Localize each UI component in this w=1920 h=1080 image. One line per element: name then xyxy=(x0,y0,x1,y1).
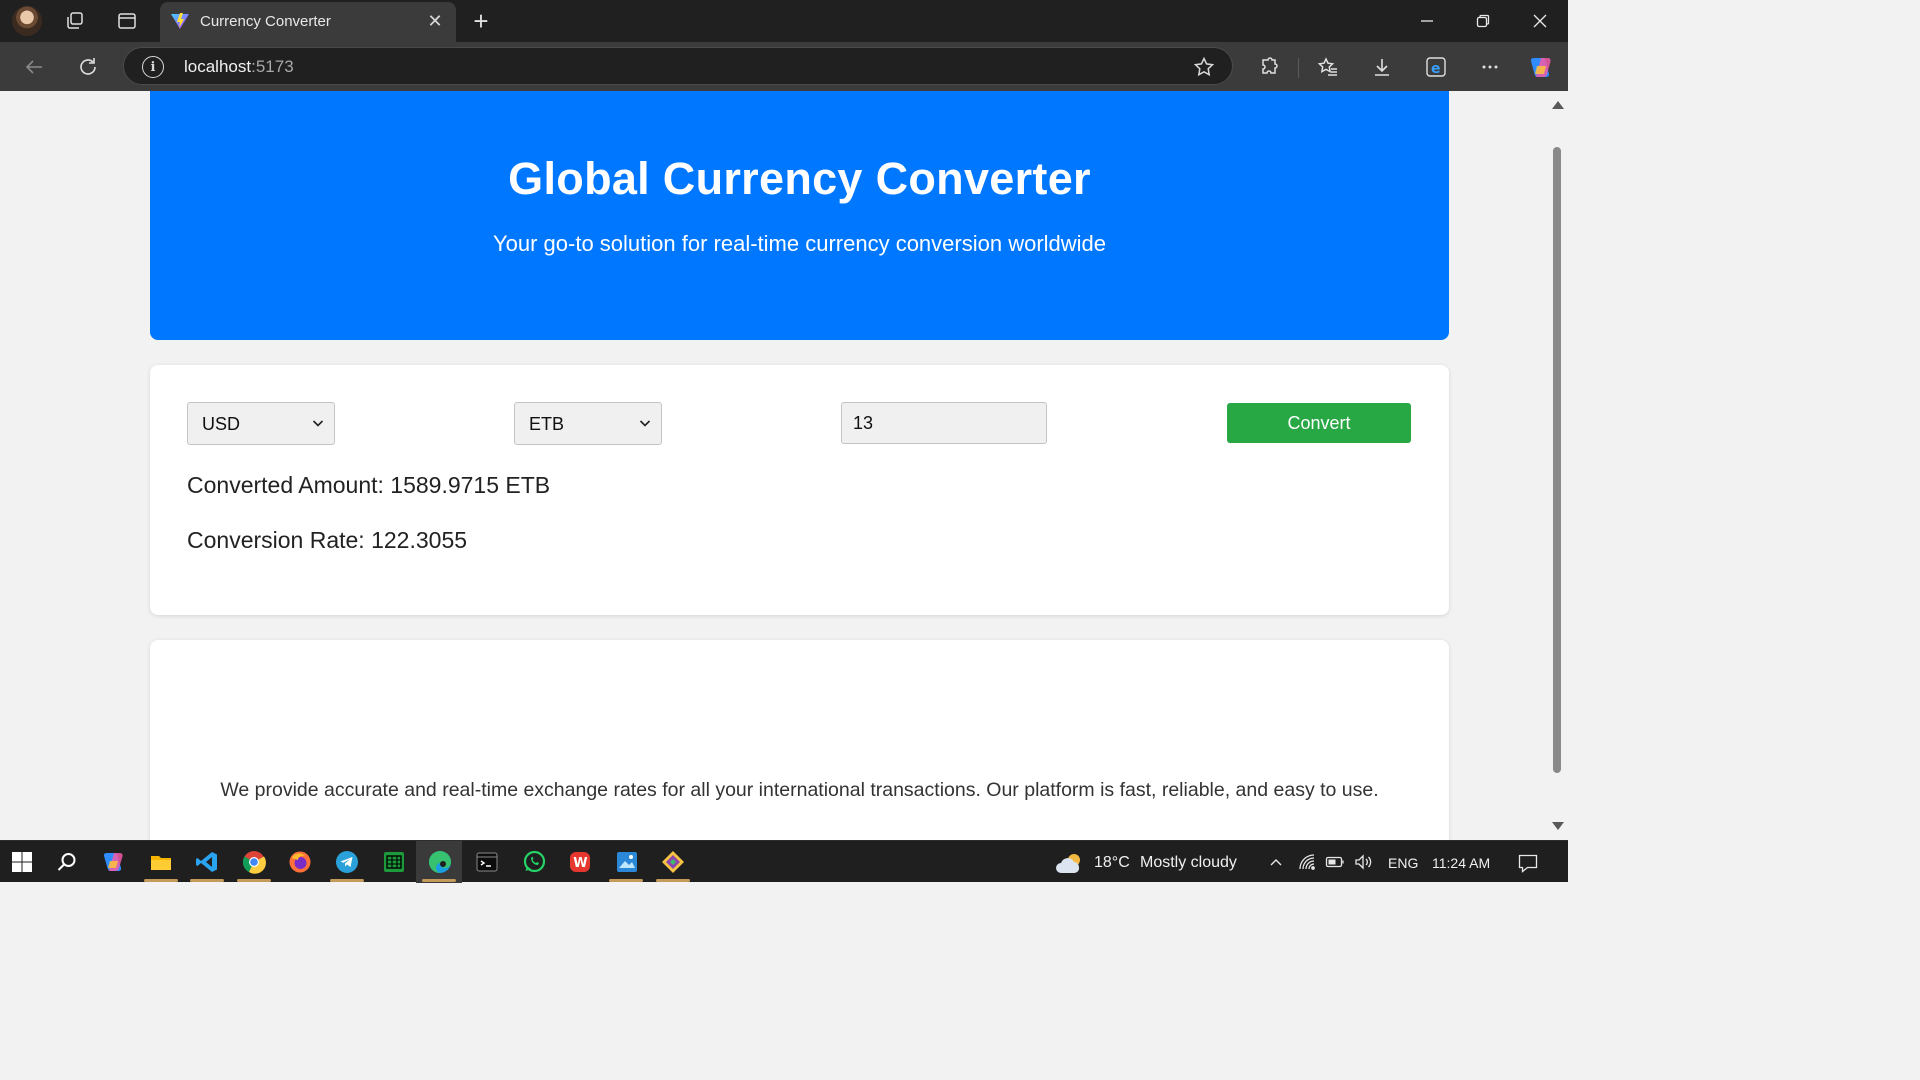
image-editor-icon[interactable] xyxy=(613,848,641,876)
site-info-icon[interactable]: i xyxy=(142,56,164,78)
to-currency-value: ETB xyxy=(529,414,565,434)
app-running-indicator xyxy=(144,879,178,882)
toolbar-divider xyxy=(1298,58,1299,78)
close-tab-icon[interactable]: ✕ xyxy=(424,10,446,32)
more-options-icon[interactable] xyxy=(1475,52,1505,82)
close-window-button[interactable] xyxy=(1512,0,1568,42)
chevron-down-icon xyxy=(639,420,651,427)
new-tab-button[interactable]: + xyxy=(468,6,494,36)
app-running-indicator xyxy=(190,879,224,882)
favorites-icon[interactable] xyxy=(1313,52,1343,82)
language-indicator[interactable]: ENG xyxy=(1388,855,1418,871)
scrollbar-thumb[interactable] xyxy=(1553,147,1561,773)
weather-temperature[interactable]: 18°C xyxy=(1094,854,1130,872)
ie-mode-icon[interactable]: e xyxy=(1421,52,1451,82)
windows-start-icon[interactable] xyxy=(8,848,36,876)
chevron-down-icon xyxy=(312,420,324,427)
spreadsheet-app-icon[interactable] xyxy=(380,848,408,876)
svg-text:e: e xyxy=(1431,61,1441,77)
amount-input[interactable]: 13 xyxy=(841,402,1047,444)
whatsapp-icon[interactable] xyxy=(520,848,548,876)
app-running-indicator xyxy=(422,879,456,882)
converted-amount-text: Converted Amount: 1589.9715 ETB xyxy=(187,472,551,498)
hero-banner: Global Currency Converter Your go-to sol… xyxy=(150,91,1449,340)
svg-text:W: W xyxy=(573,856,587,871)
scroll-up-arrow-icon[interactable] xyxy=(1552,101,1564,109)
tab-actions-icon[interactable] xyxy=(114,8,140,34)
app-running-indicator xyxy=(656,879,690,882)
app-running-indicator xyxy=(609,879,643,882)
search-icon[interactable] xyxy=(53,848,81,876)
profile-avatar[interactable] xyxy=(12,6,42,36)
conversion-rate-text: Conversion Rate: 122.3055 xyxy=(187,527,468,553)
page-viewport: Global Currency Converter Your go-to sol… xyxy=(5,91,1546,840)
to-currency-select[interactable]: ETB xyxy=(514,402,662,445)
tab-currency-converter[interactable]: Currency Converter ✕ xyxy=(160,2,456,42)
volume-icon[interactable] xyxy=(1353,852,1373,872)
about-card: We provide accurate and real-time exchan… xyxy=(150,640,1449,840)
app-running-indicator xyxy=(237,879,271,882)
browser-titlebar: Currency Converter ✕ + xyxy=(0,0,1568,42)
address-bar[interactable]: i localhost:5173 xyxy=(123,47,1233,85)
from-currency-select[interactable]: USD xyxy=(187,402,335,445)
telegram-icon[interactable] xyxy=(333,848,361,876)
from-currency-value: USD xyxy=(202,414,241,434)
tab-title: Currency Converter xyxy=(200,13,331,30)
firefox-icon[interactable] xyxy=(286,848,314,876)
chrome-icon[interactable] xyxy=(240,848,268,876)
copilot-taskbar-icon[interactable] xyxy=(100,848,128,876)
edge-icon[interactable] xyxy=(426,848,454,876)
battery-icon[interactable] xyxy=(1325,852,1345,872)
chevron-up-icon[interactable] xyxy=(1266,852,1286,872)
page-title: Global Currency Converter xyxy=(508,153,1091,204)
favorite-star-icon[interactable] xyxy=(1192,55,1216,79)
vite-favicon-icon xyxy=(170,11,190,31)
clock-time[interactable]: 11:24 AM xyxy=(1432,855,1490,871)
terminal-icon[interactable] xyxy=(473,848,501,876)
windows-taskbar: W 18°C Mostly cloudy ENG 11:24 AM xyxy=(0,840,1568,883)
workspaces-icon[interactable] xyxy=(62,8,88,34)
scroll-down-arrow-icon[interactable] xyxy=(1552,822,1564,830)
restore-button[interactable] xyxy=(1455,0,1511,42)
extensions-icon[interactable] xyxy=(1254,52,1284,82)
file-explorer-icon[interactable] xyxy=(147,848,175,876)
browser-toolbar: i localhost:5173 e xyxy=(0,42,1568,91)
git-tool-icon[interactable] xyxy=(659,848,687,876)
page-subtitle: Your go-to solution for real-time curren… xyxy=(492,231,1107,256)
amount-value: 13 xyxy=(853,413,874,433)
app-running-indicator xyxy=(330,879,364,882)
back-arrow-icon[interactable] xyxy=(19,52,49,82)
downloads-icon[interactable] xyxy=(1367,52,1397,82)
url-text[interactable]: localhost:5173 xyxy=(184,57,294,77)
copilot-icon[interactable] xyxy=(1526,52,1556,82)
minimize-button[interactable] xyxy=(1399,0,1455,42)
wifi-icon[interactable] xyxy=(1297,852,1317,872)
vscode-icon[interactable] xyxy=(193,848,221,876)
weather-description[interactable]: Mostly cloudy xyxy=(1140,854,1237,872)
converter-card: USD ETB 13 Convert Converted Amount: 158… xyxy=(150,365,1449,615)
wps-office-icon[interactable]: W xyxy=(566,848,594,876)
weather-cloud-icon[interactable] xyxy=(1054,851,1086,875)
about-text: We provide accurate and real-time exchan… xyxy=(220,779,1379,801)
convert-button[interactable]: Convert xyxy=(1227,403,1411,443)
notification-center-icon[interactable] xyxy=(1517,852,1539,874)
page-scrollbar[interactable] xyxy=(1546,91,1568,840)
refresh-icon[interactable] xyxy=(73,52,103,82)
